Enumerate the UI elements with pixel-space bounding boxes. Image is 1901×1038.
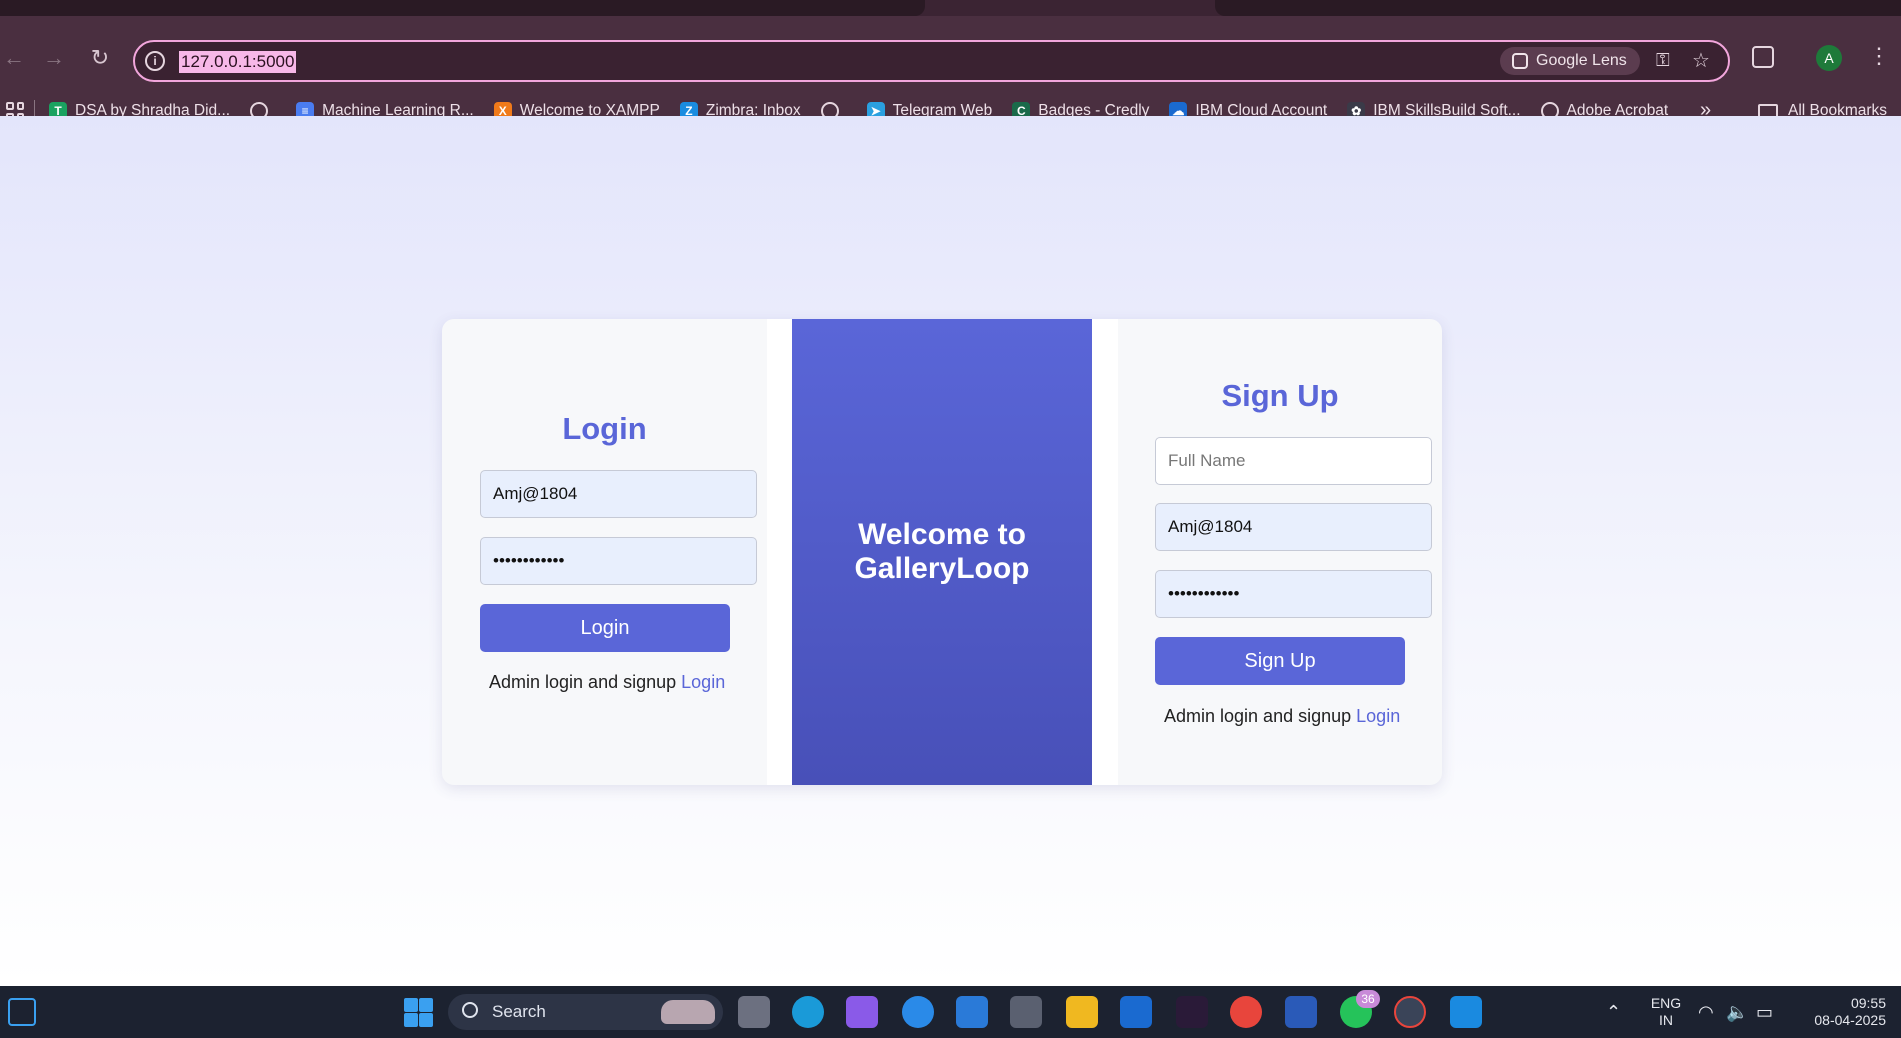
browser-tab[interactable] xyxy=(0,0,925,16)
site-info-icon[interactable]: i xyxy=(145,51,165,71)
reload-icon[interactable]: ↻ xyxy=(86,44,114,72)
chevron-up-icon[interactable]: ⌃ xyxy=(1606,1002,1621,1023)
signup-username-input[interactable]: Amj@1804 xyxy=(1155,503,1432,551)
clock[interactable]: 09:55 08-04-2025 xyxy=(1796,986,1886,1038)
widgets-icon[interactable] xyxy=(8,998,36,1026)
help-icon[interactable] xyxy=(902,996,934,1028)
language-line1: ENG xyxy=(1650,995,1682,1011)
admin-text: Admin login and signup xyxy=(489,672,677,692)
login-button[interactable]: Login xyxy=(480,604,730,652)
search-icon xyxy=(462,1002,478,1018)
chrome-icon[interactable] xyxy=(1230,996,1262,1028)
copilot-icon[interactable] xyxy=(846,996,878,1028)
chrome-profile-icon[interactable] xyxy=(1394,996,1426,1028)
windows-start-icon[interactable] xyxy=(402,996,434,1028)
language-indicator[interactable]: ENG IN xyxy=(1646,986,1686,1038)
auth-card: Login Amj@1804 •••••••••••• Login Admin … xyxy=(442,319,1442,785)
panel-divider xyxy=(1092,319,1118,785)
calculator-icon[interactable] xyxy=(1010,996,1042,1028)
login-password-input[interactable]: •••••••••••• xyxy=(480,537,757,585)
url-text[interactable]: 127.0.0.1:5000 xyxy=(179,51,297,73)
bookmark-star-icon[interactable]: ☆ xyxy=(1692,48,1710,73)
volume-icon[interactable]: 🔈 xyxy=(1726,1002,1748,1023)
intellij-icon[interactable] xyxy=(1176,996,1208,1028)
admin-login-link[interactable]: Login xyxy=(681,672,725,692)
page-background: Login Amj@1804 •••••••••••• Login Admin … xyxy=(0,116,1901,986)
tab-strip xyxy=(0,0,1901,16)
login-admin-text: Admin login and signup Login xyxy=(489,672,725,693)
taskbar: Search 36 ⌃ ENG IN ◠ 🔈 ▭ 09:55 08-04-202… xyxy=(0,986,1901,1038)
panel-divider xyxy=(767,319,793,785)
whatsapp-badge: 36 xyxy=(1356,990,1380,1008)
menu-kebab-icon[interactable]: ⋮ xyxy=(1868,44,1890,68)
extensions-icon[interactable] xyxy=(1752,46,1774,68)
browser-tab[interactable] xyxy=(1215,0,1901,16)
signup-password-input[interactable]: •••••••••••• xyxy=(1155,570,1432,618)
address-bar[interactable]: i 127.0.0.1:5000 Google Lens ⚿ ☆ xyxy=(133,40,1730,82)
vscode-icon[interactable] xyxy=(1450,996,1482,1028)
browser-toolbar: ← → ↻ i 127.0.0.1:5000 Google Lens ⚿ ☆ A… xyxy=(0,16,1901,132)
google-lens-button[interactable]: Google Lens xyxy=(1500,47,1640,75)
search-highlight-image xyxy=(661,1000,715,1024)
forward-arrow-icon[interactable]: → xyxy=(40,44,68,72)
date: 08-04-2025 xyxy=(1814,1012,1886,1028)
search-label: Search xyxy=(492,1002,546,1021)
signup-title: Sign Up xyxy=(1221,378,1339,413)
back-arrow-icon[interactable]: ← xyxy=(0,44,28,72)
key-icon[interactable]: ⚿ xyxy=(1656,50,1670,71)
taskbar-search[interactable]: Search xyxy=(448,994,723,1030)
store-icon[interactable] xyxy=(956,996,988,1028)
signup-admin-text: Admin login and signup Login xyxy=(1164,706,1400,727)
battery-icon[interactable]: ▭ xyxy=(1756,1002,1773,1023)
file-explorer-icon[interactable] xyxy=(1066,996,1098,1028)
fullname-input[interactable]: Full Name xyxy=(1155,437,1432,485)
login-title: Login xyxy=(562,411,647,446)
wifi-icon[interactable]: ◠ xyxy=(1698,1002,1714,1023)
admin-text: Admin login and signup xyxy=(1164,706,1352,726)
admin-login-link[interactable]: Login xyxy=(1356,706,1400,726)
welcome-banner: Welcome to GalleryLoop xyxy=(792,319,1092,785)
login-username-input[interactable]: Amj@1804 xyxy=(480,470,757,518)
camera-icon xyxy=(1512,53,1528,69)
time: 09:55 xyxy=(1850,995,1886,1011)
outlook-icon[interactable] xyxy=(1120,996,1152,1028)
edge-icon[interactable] xyxy=(792,996,824,1028)
language-line2: IN xyxy=(1659,1012,1673,1028)
profile-avatar[interactable]: A xyxy=(1816,45,1842,71)
signup-button[interactable]: Sign Up xyxy=(1155,637,1405,685)
google-lens-label: Google Lens xyxy=(1536,52,1627,69)
task-view-icon[interactable] xyxy=(738,996,770,1028)
welcome-title: Welcome to GalleryLoop xyxy=(854,518,1030,585)
word-icon[interactable] xyxy=(1285,996,1317,1028)
